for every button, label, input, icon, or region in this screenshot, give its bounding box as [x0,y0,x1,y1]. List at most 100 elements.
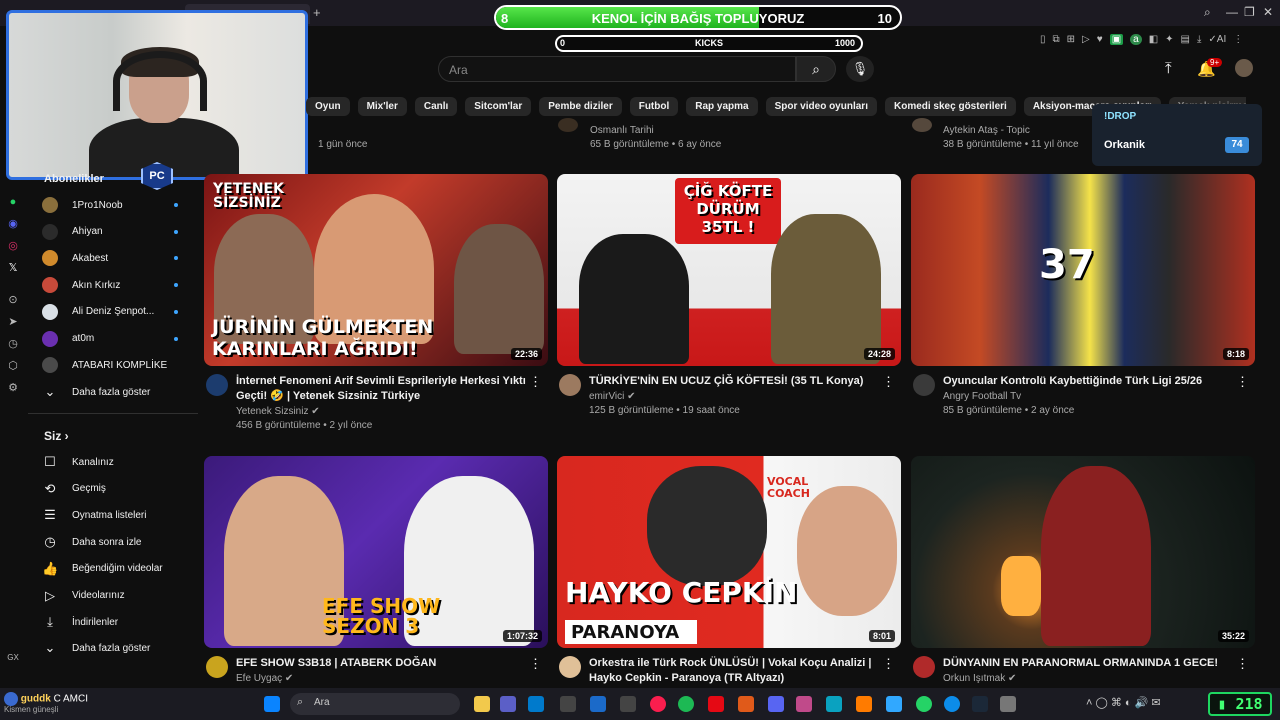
file-explorer-icon[interactable] [474,696,490,712]
taskbar-search[interactable]: ⌕ Ara [290,693,460,715]
more-options-icon[interactable]: ⋮ [882,656,895,672]
subscription-item[interactable]: Akın Kırkız [42,274,192,296]
top-row-channel-2[interactable]: Osmanlı Tarihi [590,125,654,136]
channel-avatar[interactable] [559,656,581,678]
extension-a-icon[interactable]: a [1130,33,1142,45]
you-item[interactable]: ⤓ İndirilenler [42,611,192,633]
extension-b-icon[interactable]: ◧ [1149,34,1158,45]
extension-green-icon[interactable]: ▣ [1109,33,1124,45]
steam-icon[interactable] [590,696,606,712]
more-options-icon[interactable]: ⋮ [1236,374,1249,390]
puzzle-icon[interactable]: ✦ [1165,34,1173,45]
you-section-heading[interactable]: Siz › [44,429,69,443]
video-card[interactable]: EFE SHOW SEZON 3 1:07:32 EFE SHOW S3B18 … [204,456,548,716]
cube-icon[interactable]: ⬡ [6,359,20,373]
sidebar-icon[interactable]: ▤ [1181,34,1190,45]
filter-chip[interactable]: Mix'ler [357,96,407,116]
you-item[interactable]: ☐ Kanalınız [42,451,192,473]
menu-icon[interactable]: ⋮ [1233,34,1243,45]
video-thumbnail[interactable]: YETENEK SİZSİNİZ JÜRİNİN GÜLMEKTEN KARIN… [204,174,548,366]
voice-search-button[interactable]: 🎙 [846,56,874,82]
channel-name[interactable]: emirVici ✔ [589,391,636,402]
vscode-icon[interactable] [528,696,544,712]
top-row-channel-3[interactable]: Aytekin Ataş - Topic [943,125,1030,136]
player-icon[interactable]: ⊙ [6,293,20,307]
bookmark-icon[interactable]: ▯ [1040,34,1046,45]
x-icon[interactable]: 𝕏 [6,261,20,275]
subscription-item[interactable]: ATABARI KOMPLİKE [42,354,192,376]
you-show-more[interactable]: ⌄ Daha fazla göster [42,637,192,659]
system-tray-icons[interactable]: ˄ ◯ ⌘ ◐ 🔊 ✉ [1086,696,1161,709]
new-tab-icon[interactable]: + [313,5,321,20]
subscriptions-heading[interactable]: Abonelikler [44,173,104,185]
send-icon[interactable]: ➤ [6,315,20,329]
channel-avatar[interactable] [913,374,935,396]
video-thumbnail[interactable]: EFE SHOW SEZON 3 1:07:32 [204,456,548,648]
play-icon[interactable]: ▷ [1082,34,1090,45]
video-card[interactable]: VOCAL COACH HAYKO CEPKİN PARANOYA 8:01 O… [557,456,901,716]
discord-icon[interactable]: ◉ [6,217,20,231]
history-icon[interactable]: ◷ [6,337,20,351]
filter-chip[interactable]: Futbol [629,96,679,116]
filter-chip[interactable]: Pembe diziler [539,96,622,116]
video-thumbnail[interactable]: ÇİĞ KÖFTE DÜRÜM 35TL ! 24:28 [557,174,901,366]
channel-avatar[interactable] [206,656,228,678]
app-icon[interactable] [560,696,576,712]
filter-chip[interactable]: Rap yapma [686,96,758,116]
you-item[interactable]: ◷ Daha sonra izle [42,531,192,553]
filter-chip[interactable]: Oyun [306,96,350,116]
channel-name[interactable]: Efe Uygaç ✔ [236,673,293,684]
whatsapp-icon[interactable] [916,696,932,712]
filter-chip[interactable]: Spor video oyunları [765,96,877,116]
video-thumbnail[interactable]: 35:22 [911,456,1255,648]
upload-icon[interactable]: ⤒ [1165,60,1172,77]
video-title[interactable]: TÜRKİYE'NİN EN UCUZ ÇİĞ KÖFTESİ! (35 TL … [589,374,885,389]
photoshop-icon[interactable] [886,696,902,712]
discord-icon[interactable] [768,696,784,712]
more-options-icon[interactable]: ⋮ [529,374,542,390]
settings-icon[interactable]: ⚙ [6,381,20,395]
channel-avatar[interactable] [559,374,581,396]
netflix-icon[interactable] [708,696,724,712]
you-item[interactable]: ⟲ Geçmiş [42,478,192,500]
subscription-item[interactable]: Ahiyan [42,221,192,243]
filter-chip[interactable]: Canlı [414,96,458,116]
video-thumbnail[interactable]: 37 8:18 [911,174,1255,366]
search-icon[interactable]: ⌕ [1204,5,1211,20]
edge-icon[interactable] [944,696,960,712]
filter-chip[interactable]: Sitcom'lar [465,96,532,116]
video-title[interactable]: İnternet Fenomeni Arif Sevimli Esprileri… [236,374,532,404]
account-avatar[interactable] [1235,59,1253,77]
ai-icon[interactable]: ✓AI [1208,34,1226,45]
video-card[interactable]: 37 8:18 Oyuncular Kontrolü Kaybettiğinde… [911,174,1255,434]
channel-name[interactable]: Orkun Işıtmak ✔ [943,673,1016,684]
channel-name[interactable]: Angry Football Tv [943,391,1021,402]
channel-name[interactable]: Yetenek Sizsiniz ✔ [236,406,320,417]
extension-icon[interactable]: ⊞ [1067,34,1075,45]
subscription-item[interactable]: 1Pro1Noob [42,194,192,216]
app-icon[interactable] [738,696,754,712]
video-card[interactable]: YETENEK SİZSİNİZ JÜRİNİN GÜLMEKTEN KARIN… [204,174,548,434]
app-icon[interactable] [620,696,636,712]
app-icon[interactable] [1000,696,1016,712]
app-icon[interactable] [796,696,812,712]
instagram-icon[interactable]: ◎ [6,239,20,253]
channel-avatar[interactable] [206,374,228,396]
you-item[interactable]: ☰ Oynatma listeleri [42,504,192,526]
close-icon[interactable]: ✕ [1263,5,1273,19]
app-icon[interactable] [826,696,842,712]
video-title[interactable]: DÜNYANIN EN PARANORMAL ORMANINDA 1 GECE! [943,656,1239,671]
teams-icon[interactable] [500,696,516,712]
subscription-item[interactable]: Ali Deniz Şenpot... [42,301,192,323]
illustrator-icon[interactable] [856,696,872,712]
heart-icon[interactable]: ♥ [1097,34,1103,45]
more-options-icon[interactable]: ⋮ [1236,656,1249,672]
subscriptions-show-more[interactable]: ⌄ Daha fazla göster [42,381,192,403]
spotify-icon[interactable] [678,696,694,712]
screenshot-icon[interactable]: ⧉ [1053,34,1060,45]
filter-chip[interactable]: Komedi skeç gösterileri [884,96,1016,116]
search-input[interactable]: Ara [438,56,796,82]
more-options-icon[interactable]: ⋮ [529,656,542,672]
video-title[interactable]: Oyuncular Kontrolü Kaybettiğinde Türk Li… [943,374,1239,389]
whatsapp-icon[interactable]: ● [6,195,20,209]
